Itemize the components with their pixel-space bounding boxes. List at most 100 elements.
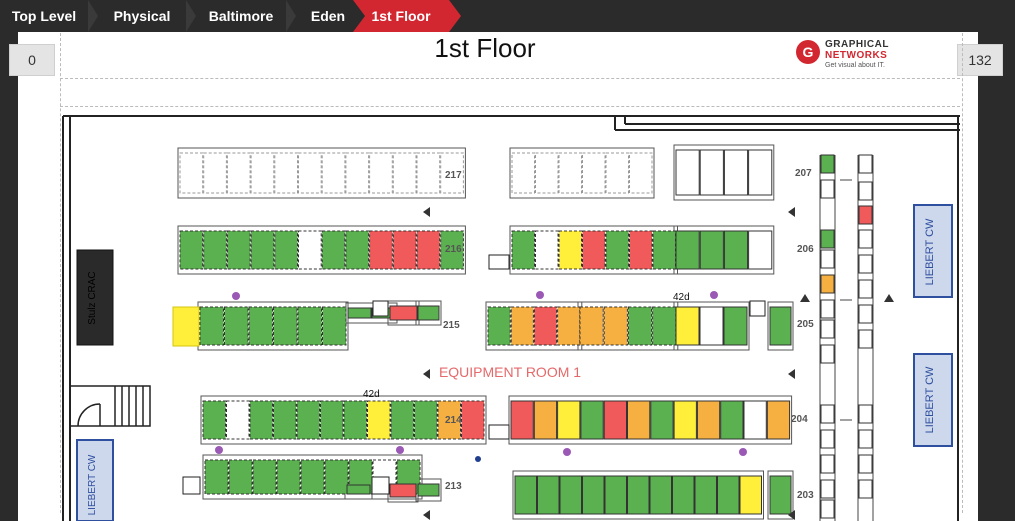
rack-cabinet[interactable] — [723, 230, 749, 270]
rack-cabinet[interactable] — [675, 149, 700, 196]
rack-cabinet[interactable] — [820, 344, 835, 364]
rack-cabinet[interactable] — [580, 400, 604, 440]
rack-cabinet[interactable] — [274, 230, 298, 270]
rack-cabinet[interactable] — [820, 154, 835, 174]
rack-cabinet[interactable] — [417, 483, 440, 497]
rack-cabinet[interactable] — [537, 475, 560, 515]
rack-cabinet[interactable] — [627, 475, 650, 515]
rack-cabinet[interactable] — [748, 230, 773, 270]
rack-cabinet[interactable] — [248, 306, 273, 346]
rack-cabinet[interactable] — [345, 152, 370, 194]
rack-cabinet[interactable] — [533, 400, 558, 440]
rack-cabinet[interactable] — [820, 429, 835, 449]
rack-cabinet[interactable] — [249, 400, 273, 440]
rack-cabinet[interactable] — [627, 306, 653, 346]
rack-cabinet[interactable] — [717, 475, 740, 515]
rack-cabinet[interactable] — [649, 475, 672, 515]
rack-cabinet[interactable] — [650, 400, 674, 440]
rack-cabinet[interactable] — [820, 479, 835, 499]
rack-cabinet[interactable] — [858, 429, 873, 449]
rack-cabinet[interactable] — [858, 181, 873, 201]
rack-cabinet[interactable] — [228, 459, 253, 495]
rack-cabinet[interactable] — [297, 306, 322, 346]
rack-cabinet[interactable] — [603, 306, 628, 346]
rack-cabinet[interactable] — [511, 152, 535, 194]
rack-cabinet[interactable] — [675, 230, 700, 270]
rack-cabinet[interactable] — [226, 400, 250, 440]
rack-cabinet[interactable] — [769, 475, 792, 515]
rack-cabinet[interactable] — [858, 404, 873, 424]
liebert-cw-right-2[interactable]: LIEBERT CW — [913, 353, 953, 447]
rack-cabinet[interactable] — [557, 306, 581, 346]
rack-cabinet[interactable] — [179, 230, 204, 270]
rack-cabinet[interactable] — [858, 254, 873, 274]
rack-cabinet[interactable] — [252, 459, 277, 495]
rack-cabinet[interactable] — [204, 459, 229, 495]
rack-cabinet[interactable] — [203, 230, 227, 270]
rack-cabinet[interactable] — [820, 499, 835, 519]
rack-cabinet[interactable] — [673, 400, 697, 440]
rack-cabinet[interactable] — [389, 483, 417, 498]
rack-cabinet[interactable] — [226, 152, 251, 194]
rack-cabinet[interactable] — [369, 230, 393, 270]
rack-cabinet[interactable] — [416, 230, 441, 270]
rack-cabinet[interactable] — [557, 400, 581, 440]
rack-cabinet[interactable] — [858, 229, 873, 249]
rack-cabinet[interactable] — [766, 400, 791, 440]
rack-cabinet[interactable] — [820, 299, 835, 319]
rack-cabinet[interactable] — [343, 400, 367, 440]
rack-cabinet[interactable] — [274, 152, 298, 194]
rack-cabinet[interactable] — [652, 230, 676, 270]
rack-cabinet[interactable] — [858, 479, 873, 499]
rack-cabinet[interactable] — [321, 152, 346, 194]
rack-cabinet[interactable] — [179, 152, 204, 194]
rack-cabinet[interactable] — [324, 459, 349, 495]
rack-cabinet[interactable] — [652, 306, 677, 346]
rack-cabinet[interactable] — [514, 475, 537, 515]
rack-cabinet[interactable] — [582, 475, 605, 515]
rack-cabinet[interactable] — [723, 306, 748, 346]
rack-cabinet[interactable] — [535, 152, 559, 194]
rack-cabinet[interactable] — [367, 400, 391, 440]
rack-cabinet[interactable] — [392, 152, 417, 194]
rack-cabinet[interactable] — [558, 152, 582, 194]
rack-cabinet[interactable] — [416, 152, 441, 194]
rack-cabinet[interactable] — [559, 475, 582, 515]
rack-cabinet[interactable] — [558, 230, 582, 270]
rack-cabinet[interactable] — [605, 152, 629, 194]
rack-cabinet[interactable] — [820, 274, 835, 294]
rack-cabinet[interactable] — [858, 329, 873, 349]
rack-cabinet[interactable] — [858, 304, 873, 324]
yellow-unit[interactable] — [172, 306, 200, 347]
rack-cabinet[interactable] — [414, 400, 438, 440]
rack-cabinet[interactable] — [582, 230, 606, 270]
rack-cabinet[interactable] — [276, 459, 301, 495]
rack-cabinet[interactable] — [389, 305, 418, 321]
rack-cabinet[interactable] — [858, 205, 873, 225]
rack-cabinet[interactable] — [202, 400, 226, 440]
rack-cabinet[interactable] — [296, 400, 320, 440]
rack-cabinet[interactable] — [392, 230, 417, 270]
rack-cabinet[interactable] — [739, 475, 762, 515]
rack-cabinet[interactable] — [321, 230, 346, 270]
rack-cabinet[interactable] — [858, 279, 873, 299]
rack-cabinet[interactable] — [629, 230, 653, 270]
rack-cabinet[interactable] — [820, 229, 835, 249]
rack-cabinet[interactable] — [820, 404, 835, 424]
rack-cabinet[interactable] — [417, 305, 440, 321]
rack-cabinet[interactable] — [510, 400, 534, 440]
rack-cabinet[interactable] — [699, 306, 724, 346]
rack-cabinet[interactable] — [533, 306, 558, 346]
rack-cabinet[interactable] — [627, 400, 651, 440]
rack-cabinet[interactable] — [582, 152, 606, 194]
rack-cabinet[interactable] — [511, 230, 535, 270]
liebert-cw-left[interactable]: LIEBERT CW — [76, 439, 114, 521]
rack-cabinet[interactable] — [629, 152, 653, 194]
rack-cabinet[interactable] — [300, 459, 325, 495]
rack-cabinet[interactable] — [461, 400, 485, 440]
rack-cabinet[interactable] — [720, 400, 744, 440]
rack-cabinet[interactable] — [672, 475, 695, 515]
rack-cabinet[interactable] — [390, 400, 414, 440]
rack-cabinet[interactable] — [858, 154, 873, 174]
rack-cabinet[interactable] — [820, 249, 835, 269]
